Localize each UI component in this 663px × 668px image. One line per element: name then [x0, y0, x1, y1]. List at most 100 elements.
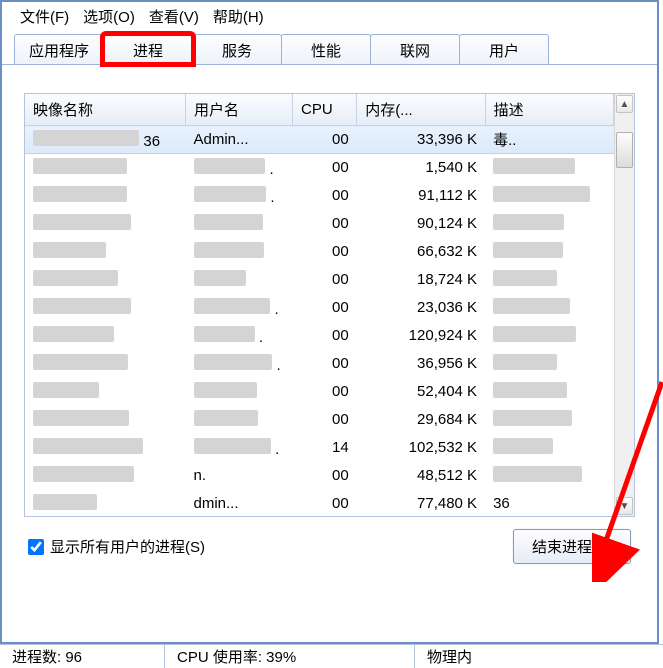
cell [186, 210, 293, 238]
column-header-user[interactable]: 用户名 [186, 94, 293, 126]
column-header-cpu[interactable]: CPU [293, 94, 357, 126]
tab-processes[interactable]: 进程 [103, 34, 193, 64]
tab-networking[interactable]: 联网 [370, 34, 460, 64]
cell: 29,684 K [357, 406, 485, 434]
cell [186, 406, 293, 434]
cell [25, 462, 186, 490]
vertical-scrollbar[interactable]: ▲ ▼ [614, 94, 634, 516]
cell: 102,532 K [357, 434, 485, 462]
cell: 00 [293, 126, 357, 154]
status-physical-memory: 物理内 [415, 645, 663, 668]
menu-options[interactable]: 选项(O) [83, 6, 135, 27]
table-row[interactable]: 0052,404 K [25, 378, 614, 406]
cell [25, 154, 186, 182]
menu-view[interactable]: 查看(V) [149, 6, 199, 27]
cell: 14 [293, 434, 357, 462]
status-process-count: 进程数: 96 [0, 645, 165, 668]
cell: 00 [293, 154, 357, 182]
cell: 00 [293, 266, 357, 294]
table-row[interactable]: .001,540 K [25, 154, 614, 182]
cell: . [186, 294, 293, 322]
cell: . [186, 322, 293, 350]
cell: 91,112 K [357, 182, 485, 210]
cell: 36 [485, 490, 613, 517]
bottom-controls: 显示所有用户的进程(S) 结束进程(E) [24, 517, 635, 564]
scroll-down-icon[interactable]: ▼ [616, 497, 633, 515]
cell: 36 [25, 126, 186, 154]
task-manager-window: 文件(F) 选项(O) 查看(V) 帮助(H) 应用程序 进程 服务 性能 联网… [0, 0, 659, 644]
cell: 77,480 K [357, 490, 485, 517]
column-header-desc[interactable]: 描述 [485, 94, 613, 126]
cell [485, 182, 613, 210]
cell [485, 238, 613, 266]
status-cpu-usage: CPU 使用率: 39% [165, 645, 415, 668]
cell [485, 406, 613, 434]
cell [25, 378, 186, 406]
cell: 52,404 K [357, 378, 485, 406]
show-all-users-checkbox[interactable] [28, 539, 44, 555]
cell [25, 266, 186, 294]
scroll-up-icon[interactable]: ▲ [616, 95, 633, 113]
cell [485, 462, 613, 490]
tab-users[interactable]: 用户 [459, 34, 549, 64]
end-process-button[interactable]: 结束进程(E) [513, 529, 631, 564]
table-row[interactable]: 0090,124 K [25, 210, 614, 238]
column-header-memory[interactable]: 内存(... [357, 94, 485, 126]
cell [25, 238, 186, 266]
table-row[interactable]: 36Admin...0033,396 K毒.. [25, 126, 614, 154]
column-header-name[interactable]: 映像名称 [25, 94, 186, 126]
scroll-track[interactable] [615, 114, 634, 496]
content-area: 映像名称 用户名 CPU 内存(... 描述 36Admin...0033,39… [2, 65, 657, 574]
cell: dmin... [186, 490, 293, 517]
cell: 1,540 K [357, 154, 485, 182]
cell [25, 210, 186, 238]
tab-services[interactable]: 服务 [192, 34, 282, 64]
menu-file[interactable]: 文件(F) [20, 6, 69, 27]
cell: 00 [293, 406, 357, 434]
process-list: 映像名称 用户名 CPU 内存(... 描述 36Admin...0033,39… [24, 93, 635, 517]
cell [186, 378, 293, 406]
tab-applications[interactable]: 应用程序 [14, 34, 104, 64]
cell: 33,396 K [357, 126, 485, 154]
cell: 00 [293, 322, 357, 350]
cell: 23,036 K [357, 294, 485, 322]
table-row[interactable]: 0018,724 K [25, 266, 614, 294]
scroll-thumb[interactable] [616, 132, 633, 168]
cell: n. [186, 462, 293, 490]
cell [485, 294, 613, 322]
cell: 00 [293, 490, 357, 517]
cell: Admin... [186, 126, 293, 154]
table-row[interactable]: .14102,532 K [25, 434, 614, 462]
cell [485, 154, 613, 182]
table-row[interactable]: .0036,956 K [25, 350, 614, 378]
cell: 00 [293, 462, 357, 490]
tab-performance[interactable]: 性能 [281, 34, 371, 64]
cell: . [186, 350, 293, 378]
cell [25, 182, 186, 210]
table-row[interactable]: dmin...0077,480 K36 [25, 490, 614, 517]
cell: . [186, 434, 293, 462]
table-row[interactable]: .0023,036 K [25, 294, 614, 322]
menubar: 文件(F) 选项(O) 查看(V) 帮助(H) [2, 2, 657, 31]
cell [485, 350, 613, 378]
cell: 00 [293, 378, 357, 406]
statusbar: 进程数: 96 CPU 使用率: 39% 物理内 [0, 644, 663, 668]
show-all-users-label[interactable]: 显示所有用户的进程(S) [28, 536, 205, 557]
cell: 00 [293, 210, 357, 238]
tabbar: 应用程序 进程 服务 性能 联网 用户 [2, 31, 657, 65]
cell [186, 266, 293, 294]
table-row[interactable]: n.0048,512 K [25, 462, 614, 490]
menu-help[interactable]: 帮助(H) [213, 6, 264, 27]
table-row[interactable]: 0029,684 K [25, 406, 614, 434]
cell [485, 434, 613, 462]
cell: 00 [293, 350, 357, 378]
cell [25, 490, 186, 517]
cell [485, 322, 613, 350]
cell: 00 [293, 294, 357, 322]
table-row[interactable]: .00120,924 K [25, 322, 614, 350]
process-table: 映像名称 用户名 CPU 内存(... 描述 36Admin...0033,39… [25, 94, 614, 516]
table-row[interactable]: 0066,632 K [25, 238, 614, 266]
cell [186, 238, 293, 266]
table-row[interactable]: .0091,112 K [25, 182, 614, 210]
cell: . [186, 154, 293, 182]
